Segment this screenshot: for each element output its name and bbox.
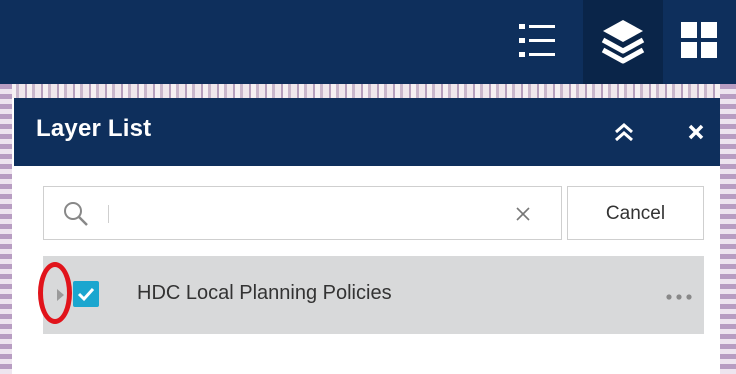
layers-stack-icon — [601, 20, 645, 64]
text-cursor — [108, 205, 109, 223]
layer-search-box — [43, 186, 562, 240]
clear-search-icon[interactable] — [512, 203, 534, 225]
layer-search-input[interactable] — [104, 199, 488, 231]
map-edge-right — [720, 84, 736, 374]
layer-list-item[interactable]: HDC Local Planning Policies — [43, 256, 704, 334]
check-icon — [77, 287, 95, 302]
grid-icon — [681, 22, 717, 58]
legend-list-icon — [519, 24, 555, 57]
cancel-search-button[interactable]: Cancel — [567, 186, 704, 240]
apps-button[interactable] — [663, 0, 736, 84]
annotation-oval — [38, 262, 72, 324]
legend-button[interactable] — [507, 0, 583, 84]
top-toolbar — [0, 0, 736, 84]
more-options-icon[interactable] — [663, 292, 695, 302]
layer-visibility-checkbox[interactable] — [73, 281, 99, 307]
layer-list-button[interactable] — [583, 0, 663, 84]
layer-title: HDC Local Planning Policies — [137, 282, 392, 304]
close-panel-button[interactable] — [682, 118, 710, 146]
map-edge-left — [0, 84, 12, 374]
panel-header: Layer List — [14, 98, 720, 166]
layer-list-panel: Layer List Cancel HDC Local Planning Pol… — [14, 98, 720, 374]
collapse-panel-button[interactable] — [610, 118, 638, 146]
panel-title: Layer List — [36, 115, 152, 142]
search-icon — [64, 202, 88, 226]
double-chevron-up-icon — [615, 123, 633, 142]
close-icon — [688, 124, 704, 140]
